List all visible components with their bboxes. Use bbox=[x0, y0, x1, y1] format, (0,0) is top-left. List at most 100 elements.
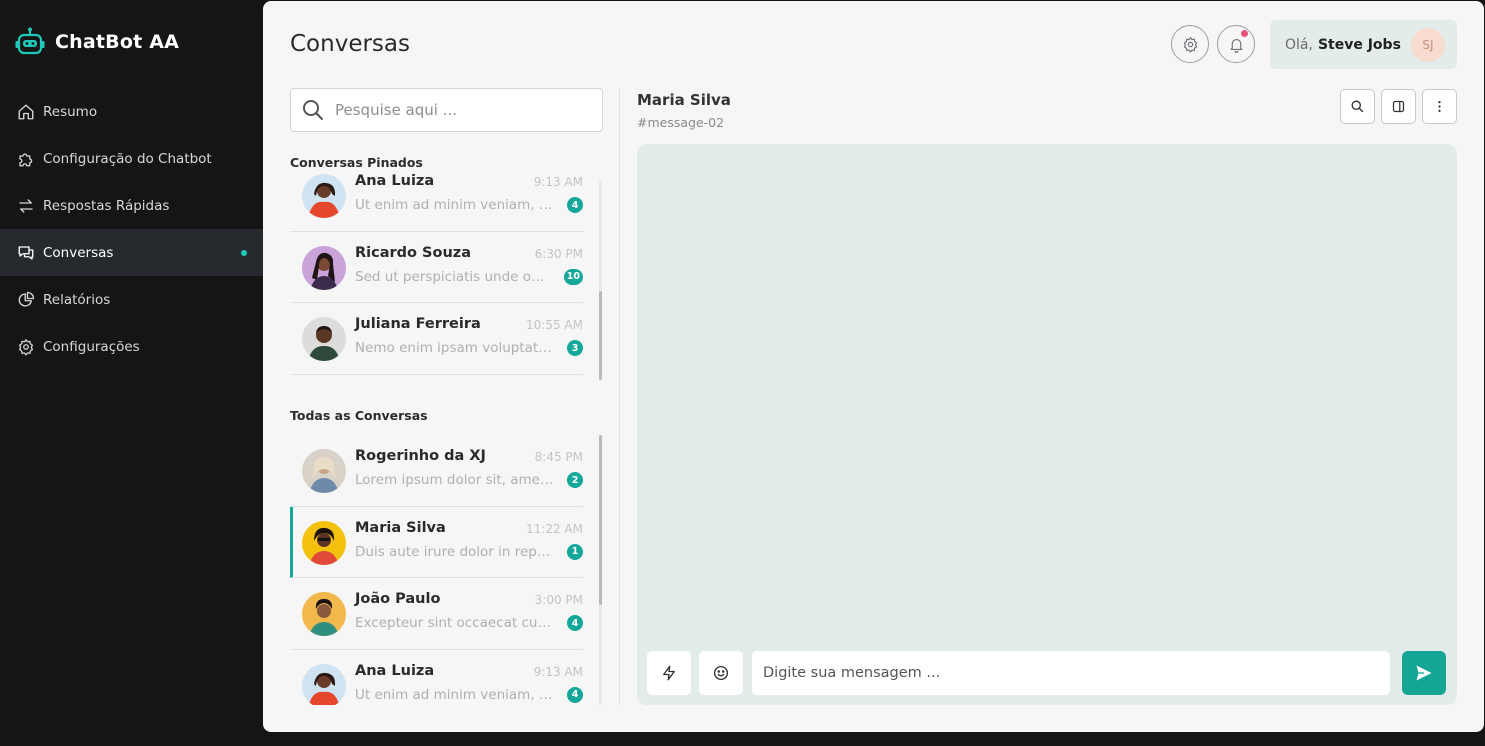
search-icon bbox=[303, 100, 323, 120]
sidebar-item-label: Configurações bbox=[43, 338, 140, 355]
sidebar-item-label: Conversas bbox=[43, 244, 114, 261]
send-icon bbox=[1416, 665, 1432, 681]
gear-icon bbox=[18, 338, 34, 356]
list-item[interactable]: Rogerinho da XJ 8:45 PM Lorem ipsum dolo… bbox=[290, 435, 583, 507]
user-name: Steve Jobs bbox=[1317, 36, 1401, 53]
main-panel: Conversas Olá, Steve Jobs SJ Conversas P… bbox=[263, 1, 1484, 732]
all-section-title: Todas as Conversas bbox=[290, 408, 428, 423]
contact-name: Rogerinho da XJ bbox=[355, 448, 486, 464]
contact-name: Ana Luiza bbox=[355, 173, 435, 189]
contact-name: Ana Luiza bbox=[355, 662, 435, 679]
puzzle-icon bbox=[19, 153, 33, 166]
sidebar-item-label: Relatórios bbox=[43, 291, 111, 308]
message-preview: Lorem ipsum dolor sit, amet consectetur bbox=[355, 472, 555, 488]
avatar bbox=[302, 592, 346, 636]
sidebar: ChatBot AA Resumo Configuração do Chatbo… bbox=[0, 0, 263, 746]
more-vertical-icon bbox=[1438, 101, 1441, 112]
list-item-selected[interactable]: Maria Silva 11:22 AM Duis aute irure dol… bbox=[290, 506, 583, 578]
notification-dot bbox=[1241, 30, 1248, 37]
all-conversation-list: Rogerinho da XJ 8:45 PM Lorem ipsum dolo… bbox=[290, 435, 603, 705]
message-input[interactable] bbox=[752, 651, 1390, 695]
unread-badge: 3 bbox=[567, 340, 583, 356]
search-icon bbox=[1351, 100, 1364, 113]
settings-button[interactable] bbox=[1171, 25, 1209, 63]
message-preview: Ut enim ad minim veniam, quis nostrud bbox=[355, 686, 555, 703]
contact-name: Ricardo Souza bbox=[355, 244, 472, 261]
message-time: 9:13 AM bbox=[533, 664, 583, 679]
toggle-panel-button[interactable] bbox=[1381, 89, 1416, 124]
sidebar-item-configuracao-chatbot[interactable]: Configuração do Chatbot bbox=[0, 135, 263, 182]
list-item[interactable]: Ana Luiza 9:13 AM Ut enim ad minim venia… bbox=[290, 166, 583, 232]
notifications-button[interactable] bbox=[1217, 25, 1255, 63]
avatar: SJ bbox=[1411, 28, 1445, 62]
app-root: ChatBot AA Resumo Configuração do Chatbo… bbox=[0, 0, 1485, 746]
message-preview: Nemo enim ipsam voluptatem quia bbox=[355, 340, 555, 356]
unread-badge: 2 bbox=[567, 472, 583, 488]
unread-badge: 4 bbox=[567, 197, 583, 213]
unread-badge: 1 bbox=[567, 543, 583, 560]
home-icon bbox=[18, 104, 34, 119]
search-box bbox=[290, 88, 603, 132]
smiley-icon bbox=[713, 665, 729, 681]
brand-name: ChatBot AA bbox=[55, 31, 180, 53]
avatar bbox=[302, 449, 346, 493]
sidebar-item-relatorios[interactable]: Relatórios bbox=[0, 276, 263, 323]
sidebar-item-label: Resumo bbox=[43, 103, 98, 120]
page-title: Conversas bbox=[290, 31, 410, 57]
sidebar-nav: Resumo Configuração do Chatbot Respostas… bbox=[0, 88, 263, 370]
swap-arrows-icon bbox=[19, 198, 33, 213]
unread-badge: 4 bbox=[567, 615, 583, 631]
more-options-button[interactable] bbox=[1422, 89, 1457, 124]
sidebar-item-configuracoes[interactable]: Configurações bbox=[0, 323, 263, 370]
active-indicator-dot bbox=[241, 250, 247, 256]
side-panel-icon bbox=[1392, 100, 1405, 113]
sidebar-item-conversas[interactable]: Conversas bbox=[0, 229, 263, 276]
pinned-conversation-list: Ana Luiza 9:13 AM Ut enim ad minim venia… bbox=[290, 166, 603, 380]
contact-name: Juliana Ferreira bbox=[355, 316, 481, 332]
chat-message-area[interactable] bbox=[637, 144, 1457, 705]
contact-name: João Paulo bbox=[355, 591, 441, 607]
chat-channel-id: #message-02 bbox=[637, 115, 725, 130]
message-time: 3:00 PM bbox=[534, 593, 583, 607]
avatar bbox=[302, 245, 346, 290]
send-button[interactable] bbox=[1402, 651, 1446, 695]
message-preview: Ut enim ad minim veniam, quis nostrud bbox=[355, 197, 555, 213]
chat-search-button[interactable] bbox=[1340, 89, 1375, 124]
message-preview: Duis aute irure dolor in reprehenderit bbox=[355, 543, 555, 560]
quick-reply-button[interactable] bbox=[647, 651, 691, 695]
message-preview: Sed ut perspiciatis unde omnis iste bbox=[355, 268, 555, 285]
message-time: 10:55 AM bbox=[526, 318, 583, 332]
chat-bubbles-icon bbox=[18, 245, 34, 260]
list-item[interactable]: João Paulo 3:00 PM Excepteur sint occaec… bbox=[290, 578, 583, 650]
sidebar-item-label: Configuração do Chatbot bbox=[43, 150, 212, 167]
unread-badge: 10 bbox=[563, 268, 583, 285]
avatar bbox=[302, 174, 346, 218]
message-time: 9:13 AM bbox=[533, 175, 583, 189]
list-item[interactable]: Ana Luiza 9:13 AM Ut enim ad minim venia… bbox=[290, 650, 583, 705]
brand[interactable]: ChatBot AA bbox=[14, 26, 179, 58]
list-item[interactable]: Ricardo Souza 6:30 PM Sed ut perspiciati… bbox=[290, 232, 583, 303]
sidebar-item-respostas-rapidas[interactable]: Respostas Rápidas bbox=[0, 182, 263, 229]
lightning-icon bbox=[663, 665, 675, 681]
bell-icon bbox=[1230, 38, 1242, 53]
message-time: 11:22 AM bbox=[526, 521, 583, 536]
sidebar-item-resumo[interactable]: Resumo bbox=[0, 88, 263, 135]
sidebar-item-label: Respostas Rápidas bbox=[43, 197, 170, 214]
search-input[interactable] bbox=[335, 101, 585, 119]
pie-chart-icon bbox=[18, 291, 35, 307]
avatar bbox=[302, 520, 346, 565]
chat-contact-name: Maria Silva bbox=[637, 91, 731, 109]
gear-icon bbox=[1183, 36, 1197, 53]
unread-badge: 4 bbox=[567, 686, 583, 703]
greeting-text: Olá, bbox=[1285, 36, 1313, 53]
user-menu[interactable]: Olá, Steve Jobs SJ bbox=[1270, 20, 1457, 69]
message-time: 6:30 PM bbox=[534, 246, 583, 261]
column-divider bbox=[619, 88, 620, 705]
contact-name: Maria Silva bbox=[355, 519, 446, 536]
emoji-button[interactable] bbox=[699, 651, 743, 695]
avatar bbox=[302, 317, 346, 361]
avatar bbox=[302, 663, 346, 705]
list-item[interactable]: Juliana Ferreira 10:55 AM Nemo enim ipsa… bbox=[290, 303, 583, 375]
message-preview: Excepteur sint occaecat cupidatat bbox=[355, 615, 555, 631]
robot-icon bbox=[15, 27, 45, 55]
